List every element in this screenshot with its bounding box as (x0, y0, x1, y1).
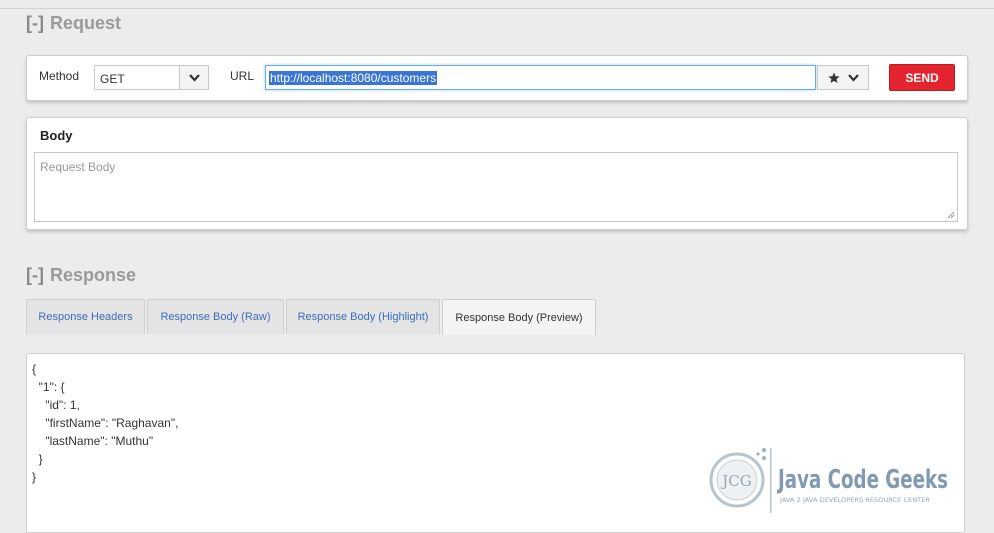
code-line: "lastName": "Muthu" (32, 434, 154, 448)
favorites-button[interactable] (817, 65, 869, 90)
java-code-geeks-watermark: JCG Java Code Geeks JAVA 2 JAVA DEVELOPE… (709, 448, 948, 513)
code-line: "firstName": "Raghavan", (32, 416, 179, 430)
request-body-textarea[interactable]: Request Body (34, 152, 958, 222)
response-section-title: [-] Response (26, 265, 136, 286)
method-select[interactable]: GET (94, 65, 209, 90)
url-input[interactable]: http://localhost:8080/customers (265, 65, 816, 90)
code-line: "1": { (32, 380, 65, 394)
request-title-text: Request (49, 13, 121, 33)
star-icon (827, 72, 840, 83)
send-button[interactable]: SEND (889, 64, 955, 91)
body-panel: Body Request Body (26, 117, 968, 230)
code-line: "id": 1, (32, 398, 80, 412)
request-body-placeholder: Request Body (40, 160, 116, 174)
method-value: GET (100, 72, 125, 86)
response-json: { "1": { "id": 1, "firstName": "Raghavan… (32, 360, 178, 486)
resize-grip-icon[interactable] (947, 211, 955, 219)
response-title-text: Response (49, 265, 137, 285)
tab-response-body-raw[interactable]: Response Body (Raw) (147, 299, 284, 334)
code-line: } (32, 470, 37, 484)
tab-response-headers[interactable]: Response Headers (26, 299, 145, 334)
request-bar: Method GET URL http://localhost:8080/cus… (26, 55, 968, 101)
svg-text:JCG: JCG (720, 472, 751, 490)
code-line: { (32, 362, 37, 376)
tab-response-body-highlight[interactable]: Response Body (Highlight) (286, 299, 440, 334)
request-section-title: [-] Request (26, 13, 121, 34)
method-dropdown-button[interactable] (179, 66, 208, 89)
svg-text:JAVA 2 JAVA DEVELOPERS RESOURC: JAVA 2 JAVA DEVELOPERS RESOURCE CENTER (779, 496, 930, 504)
url-value: http://localhost:8080/customers (269, 71, 438, 85)
top-divider (0, 8, 994, 9)
request-collapse-toggle[interactable]: [-] (26, 13, 44, 33)
url-label: URL (230, 69, 255, 83)
chevron-down-icon (847, 73, 859, 82)
body-title: Body (40, 128, 73, 143)
response-collapse-toggle[interactable]: [-] (26, 265, 44, 285)
code-line: } (32, 452, 43, 466)
method-label: Method (39, 69, 80, 83)
svg-text:Java Code Geeks: Java Code Geeks (777, 465, 948, 495)
chevron-down-icon (188, 73, 200, 82)
tab-response-body-preview[interactable]: Response Body (Preview) (442, 299, 596, 335)
